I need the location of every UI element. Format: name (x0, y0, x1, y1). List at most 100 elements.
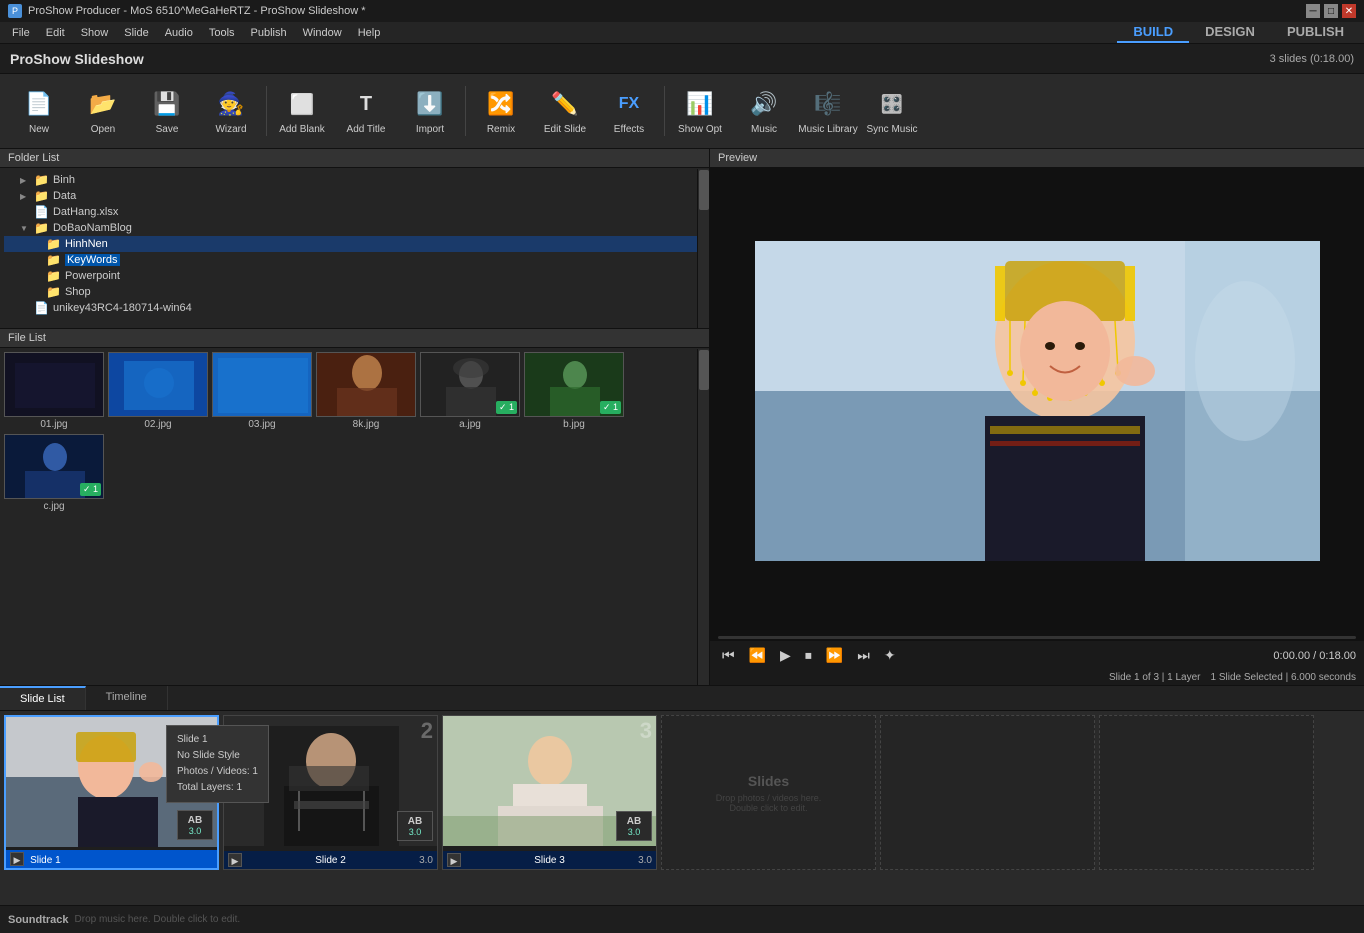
folder-hinnen[interactable]: 📁 HinhNen (4, 236, 705, 252)
maximize-button[interactable]: □ (1324, 4, 1338, 18)
thumb-cjpg-check: ✓ 1 (80, 483, 101, 496)
prev-frame-button[interactable]: ⏪ (745, 645, 770, 666)
effects-button[interactable]: FX Effects (598, 79, 660, 144)
file-grid: 01.jpg 02.jpg (0, 348, 709, 516)
file-scrollbar[interactable] (697, 349, 709, 685)
slide-1-label-text: Slide 1 (30, 855, 61, 866)
title-bar-controls: ─ □ ✕ (1306, 4, 1356, 18)
slide-3-badge-ab: AB (627, 816, 641, 827)
save-button[interactable]: 💾 Save (136, 79, 198, 144)
thumb-01jpg-img (5, 353, 104, 417)
import-icon: ⬇️ (412, 86, 448, 122)
slide-2-play[interactable]: ▶ (228, 853, 242, 867)
music-icon: 🔊 (746, 86, 782, 122)
folder-keywords[interactable]: 📁 KeyWords (4, 252, 705, 268)
skip-start-button[interactable]: ⏮ (718, 645, 739, 666)
file-01jpg[interactable]: 01.jpg (4, 352, 104, 430)
show-opt-button[interactable]: 📊 Show Opt (669, 79, 731, 144)
slide-3-thumb (443, 716, 656, 869)
tooltip-slide-label: Slide 1 (177, 732, 258, 748)
slide-1-play[interactable]: ▶ (10, 852, 24, 866)
slide-3-play[interactable]: ▶ (447, 853, 461, 867)
tab-timeline[interactable]: Timeline (86, 686, 168, 710)
folder-scroll-thumb[interactable] (699, 170, 709, 210)
wizard-button[interactable]: 🧙 Wizard (200, 79, 262, 144)
slide-empty-1[interactable]: Slides Drop photos / videos here.Double … (661, 715, 876, 870)
nav-design[interactable]: DESIGN (1189, 22, 1271, 43)
add-title-icon: T (348, 86, 384, 122)
left-panel: Folder List ▶ 📁 Binh ▶ 📁 Data 📄 DatHang.… (0, 149, 710, 685)
add-blank-label: Add Blank (279, 124, 325, 136)
remix-button[interactable]: 🔀 Remix (470, 79, 532, 144)
nav-build[interactable]: BUILD (1117, 22, 1189, 43)
file-03jpg[interactable]: 03.jpg (212, 352, 312, 430)
menu-audio[interactable]: Audio (157, 25, 201, 41)
soundtrack-hint: Drop music here. Double click to edit. (75, 914, 241, 925)
effects-label: Effects (614, 124, 644, 136)
menu-publish[interactable]: Publish (243, 25, 295, 41)
slide-1-badge: AB 3.0 (177, 810, 213, 840)
music-library-icon: 🎼 (810, 86, 846, 122)
import-button[interactable]: ⬇️ Import (399, 79, 461, 144)
close-button[interactable]: ✕ (1342, 4, 1356, 18)
next-frame-button[interactable]: ⏩ (822, 645, 847, 666)
menu-bar: File Edit Show Slide Audio Tools Publish… (0, 22, 1364, 44)
menu-edit[interactable]: Edit (38, 25, 73, 41)
file-8kjpg[interactable]: 8k.jpg (316, 352, 416, 430)
menu-window[interactable]: Window (295, 25, 350, 41)
folder-powerpoint[interactable]: 📁 Powerpoint (4, 268, 705, 284)
tab-slide-list[interactable]: Slide List (0, 686, 86, 710)
file-list: File List 01.jpg (0, 329, 709, 685)
new-button[interactable]: 📄 New (8, 79, 70, 144)
menu-slide[interactable]: Slide (116, 25, 156, 41)
folder-shop[interactable]: 📁 Shop (4, 284, 705, 300)
right-panel: Preview (710, 149, 1364, 685)
slide-3[interactable]: AB 3.0 3 ▶ Slide 3 3.0 (442, 715, 657, 870)
file-scroll-thumb[interactable] (699, 350, 709, 390)
tooltip-no-style: No Slide Style (177, 748, 258, 764)
file-unikey[interactable]: 📄 unikey43RC4-180714-win64 (4, 300, 705, 316)
file-ajpg[interactable]: ✓ 1 a.jpg (420, 352, 520, 430)
open-icon: 📂 (85, 86, 121, 122)
preview-status: Slide 1 of 3 | 1 Layer 1 Slide Selected … (710, 670, 1364, 685)
slide-1-label: ▶ Slide 1 (6, 850, 217, 868)
file-bjpg[interactable]: ✓ 1 b.jpg (524, 352, 624, 430)
folder-list-header: Folder List (0, 149, 709, 168)
sync-music-button[interactable]: 🎛️ Sync Music (861, 79, 923, 144)
thumb-01jpg (4, 352, 104, 417)
slide-empty-3[interactable] (1099, 715, 1314, 870)
bottom-area: Slide List Timeline Slide 1 No Slide Sty (0, 685, 1364, 905)
arrow-binh: ▶ (20, 176, 30, 185)
edit-slide-icon: ✏️ (547, 86, 583, 122)
play-button[interactable]: ▶ (776, 645, 795, 666)
folder-data[interactable]: ▶ 📁 Data (4, 188, 705, 204)
show-opt-icon: 📊 (682, 86, 718, 122)
slide-1[interactable]: Slide 1 No Slide Style Photos / Videos: … (4, 715, 219, 870)
title-bar-text: ProShow Producer - MoS 6510^MeGaHeRTZ - … (28, 5, 366, 17)
menu-tools[interactable]: Tools (201, 25, 243, 41)
skip-end-button[interactable]: ⏭ (853, 645, 874, 666)
music-button[interactable]: 🔊 Music (733, 79, 795, 144)
slide-empty-2[interactable] (880, 715, 1095, 870)
file-8kjpg-label: 8k.jpg (353, 419, 380, 430)
minimize-button[interactable]: ─ (1306, 4, 1320, 18)
file-02jpg[interactable]: 02.jpg (108, 352, 208, 430)
open-button[interactable]: 📂 Open (72, 79, 134, 144)
edit-slide-button[interactable]: ✏️ Edit Slide (534, 79, 596, 144)
options-button[interactable]: ✦ (880, 645, 900, 666)
menu-file[interactable]: File (4, 25, 38, 41)
file-dathang[interactable]: 📄 DatHang.xlsx (4, 204, 705, 220)
folder-dobaonam[interactable]: ▼ 📁 DoBaoNamBlog (4, 220, 705, 236)
save-icon: 💾 (149, 86, 185, 122)
music-library-button[interactable]: 🎼 Music Library (797, 79, 859, 144)
file-cjpg[interactable]: ✓ 1 c.jpg (4, 434, 104, 512)
slide-tabs: Slide List Timeline (0, 686, 1364, 711)
folder-binh[interactable]: ▶ 📁 Binh (4, 172, 705, 188)
folder-scrollbar[interactable] (697, 169, 709, 328)
menu-show[interactable]: Show (73, 25, 117, 41)
add-blank-button[interactable]: ⬜ Add Blank (271, 79, 333, 144)
nav-publish[interactable]: PUBLISH (1271, 22, 1360, 43)
stop-button[interactable]: ⏹ (801, 645, 816, 666)
menu-help[interactable]: Help (350, 25, 389, 41)
add-title-button[interactable]: T Add Title (335, 79, 397, 144)
